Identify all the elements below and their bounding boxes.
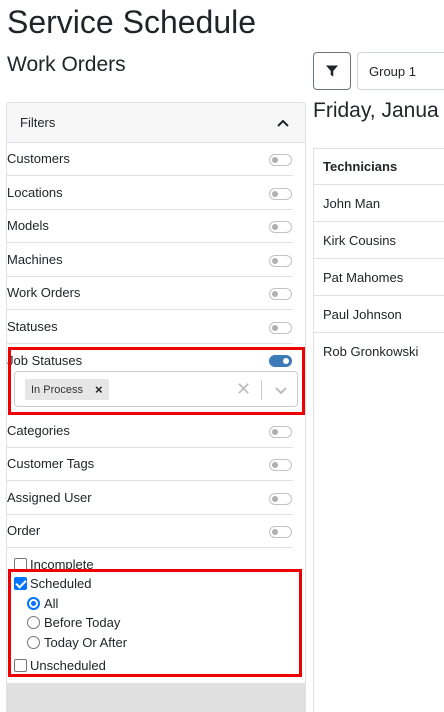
filter-toggle[interactable]	[269, 221, 292, 233]
filter-toggle[interactable]	[269, 154, 292, 166]
group-select[interactable]: Group 1	[357, 52, 444, 90]
filter-row-order: Order	[7, 514, 293, 548]
filter-label: Machines	[7, 252, 63, 267]
filter-row-assigned-user: Assigned User	[7, 481, 293, 515]
page-title: Service Schedule	[7, 4, 257, 40]
filter-funnel-icon	[326, 65, 338, 77]
schedule-grid-divider	[313, 370, 314, 712]
filters-panel-header[interactable]: Filters	[7, 103, 305, 143]
filter-toggle[interactable]	[269, 188, 292, 200]
filter-label: Assigned User	[7, 490, 92, 505]
filter-label: Customer Tags	[7, 456, 95, 471]
filter-row-work-orders: Work Orders	[7, 276, 293, 310]
technicians-table: Technicians John Man Kirk Cousins Pat Ma…	[313, 148, 444, 370]
filter-toggle[interactable]	[269, 526, 292, 538]
technicians-header: Technicians	[314, 148, 444, 185]
filter-toggle[interactable]	[269, 322, 292, 334]
filter-label: Order	[7, 523, 41, 538]
filter-row-categories: Categories	[7, 414, 293, 448]
highlight-box-job-statuses	[8, 347, 305, 415]
technician-row[interactable]: John Man	[314, 185, 444, 222]
highlight-box-scheduled	[8, 569, 302, 677]
filter-label: Models	[7, 218, 49, 233]
group-select-value: Group 1	[369, 63, 416, 79]
technician-row[interactable]: Kirk Cousins	[314, 222, 444, 259]
technician-row[interactable]: Rob Gronkowski	[314, 333, 444, 370]
filter-row-models: Models	[7, 209, 293, 243]
filter-row-statuses: Statuses	[7, 310, 293, 344]
filter-row-customer-tags: Customer Tags	[7, 447, 293, 481]
filter-toggle[interactable]	[269, 255, 292, 267]
filter-row-customers: Customers	[7, 142, 293, 176]
filter-row-machines: Machines	[7, 243, 293, 277]
filter-label: Work Orders	[7, 285, 81, 300]
technician-row[interactable]: Paul Johnson	[314, 296, 444, 333]
filter-label: Statuses	[7, 319, 58, 334]
filter-toggle-button[interactable]	[313, 52, 351, 90]
filter-toggle[interactable]	[269, 288, 292, 300]
filter-toggle[interactable]	[269, 426, 292, 438]
filter-label: Customers	[7, 151, 70, 166]
filters-panel-footer	[7, 683, 305, 712]
filter-label: Locations	[7, 185, 63, 200]
technician-row[interactable]: Pat Mahomes	[314, 259, 444, 296]
filter-toggle[interactable]	[269, 459, 292, 471]
chevron-up-icon[interactable]	[275, 115, 291, 131]
filters-title: Filters	[20, 115, 56, 130]
filter-toggle[interactable]	[269, 493, 292, 505]
filter-row-locations: Locations	[7, 176, 293, 210]
date-heading: Friday, Janua	[313, 99, 439, 122]
filter-label: Categories	[7, 423, 70, 438]
page-subtitle: Work Orders	[7, 53, 126, 76]
